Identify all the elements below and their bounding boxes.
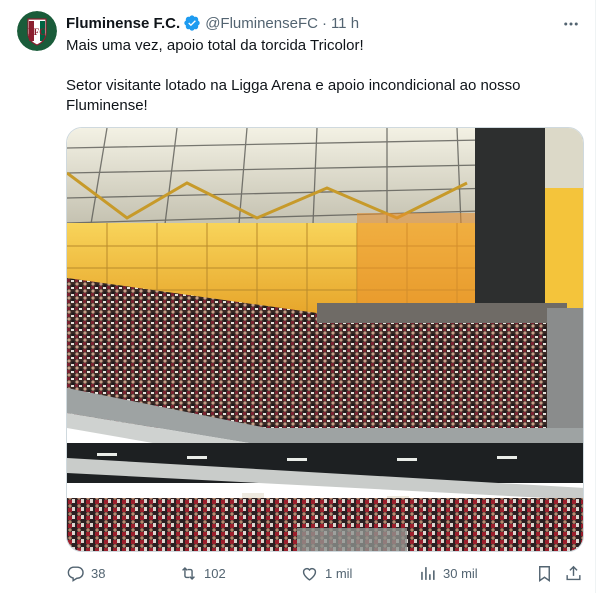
avatar[interactable]: FFC bbox=[17, 11, 57, 51]
more-options-button[interactable] bbox=[561, 14, 581, 34]
more-dots-icon bbox=[564, 22, 578, 26]
svg-text:FFC: FFC bbox=[28, 27, 46, 37]
like-count: 1 mil bbox=[325, 566, 353, 581]
tweet-time[interactable]: 11 h bbox=[331, 15, 359, 32]
bookmark-button[interactable] bbox=[535, 564, 554, 583]
views-button[interactable]: 30 mil bbox=[418, 564, 478, 583]
tweet-header: Fluminense F.C. @FluminenseFC · 11 h bbox=[66, 13, 579, 33]
bookmark-icon bbox=[539, 566, 550, 582]
repost-count: 102 bbox=[204, 566, 226, 581]
reply-count: 38 bbox=[91, 566, 106, 581]
separator-dot: · bbox=[321, 14, 327, 32]
tweet-text: Mais uma vez, apoio total da torcida Tri… bbox=[66, 36, 566, 116]
stadium-photo bbox=[67, 128, 583, 551]
repost-icon bbox=[182, 566, 195, 581]
tweet-card[interactable]: FFC Fluminense F.C. @FluminenseFC · 11 h… bbox=[0, 0, 596, 593]
like-button[interactable]: 1 mil bbox=[300, 564, 352, 583]
fluminense-crest-icon: FFC bbox=[17, 11, 57, 51]
share-button[interactable] bbox=[564, 564, 583, 583]
verified-badge-icon bbox=[184, 15, 200, 31]
author-handle[interactable]: @FluminenseFC bbox=[205, 15, 318, 32]
tweet-media[interactable] bbox=[66, 127, 584, 552]
analytics-icon bbox=[421, 567, 435, 580]
repost-button[interactable]: 102 bbox=[179, 564, 226, 583]
tweet-text-line: Mais uma vez, apoio total da torcida Tri… bbox=[66, 37, 364, 54]
tweet-actions: 38 102 1 mil 30 mil bbox=[66, 562, 586, 586]
reply-button[interactable]: 38 bbox=[66, 564, 105, 583]
views-count: 30 mil bbox=[443, 566, 478, 581]
heart-icon bbox=[302, 567, 317, 581]
share-icon bbox=[566, 565, 581, 581]
reply-icon bbox=[67, 566, 84, 582]
author-name[interactable]: Fluminense F.C. bbox=[66, 15, 180, 32]
tweet-text-line: Setor visitante lotado na Ligga Arena e … bbox=[66, 77, 521, 114]
